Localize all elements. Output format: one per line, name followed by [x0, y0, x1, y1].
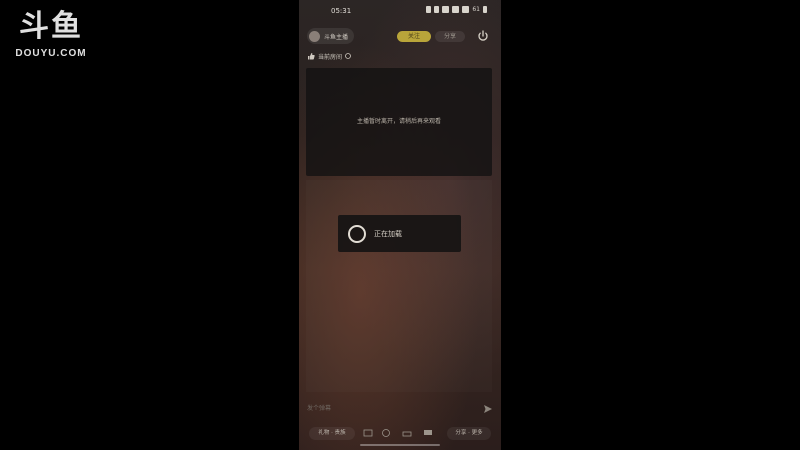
wifi-icon: [442, 6, 450, 13]
chat-icon[interactable]: [423, 428, 433, 438]
power-icon[interactable]: [477, 30, 489, 42]
shield-icon: [426, 6, 432, 13]
battery-icon: [483, 6, 487, 13]
keyboard-icon[interactable]: [402, 428, 412, 438]
loading-toast: 正在加载: [338, 215, 461, 252]
douyu-watermark: 斗鱼 DOUYU.COM: [12, 9, 90, 60]
chevron-icon: [345, 53, 351, 59]
room-name: 斗鱼主播: [324, 33, 349, 41]
gift-button[interactable]: 礼物 · 贵族: [309, 427, 355, 440]
more-button[interactable]: 分享 · 更多: [447, 427, 491, 440]
offline-message: 主播暂时离开，请稍后再来观看: [356, 118, 441, 125]
room-subline: 当前房间: [307, 50, 351, 62]
avatar: [309, 30, 320, 42]
danmaku-input-row: 发个弹幕: [299, 400, 501, 418]
share-button[interactable]: 分享: [435, 31, 465, 42]
subline-text: 当前房间: [318, 53, 343, 61]
offline-panel: 主播暂时离开，请稍后再来观看: [306, 68, 492, 176]
refresh-icon[interactable]: [381, 428, 391, 438]
signal-icon-2: [462, 6, 470, 13]
bottom-bar: 礼物 · 贵族 分享 · 更多: [299, 424, 501, 444]
video-area[interactable]: [306, 180, 492, 392]
room-topbar: 斗鱼主播 关注 分享: [299, 26, 501, 48]
loading-spinner-icon: [348, 225, 366, 243]
screen: 斗鱼 DOUYU.COM 05:31 61 斗鱼主播 关注 分享 当前房间 主播…: [0, 0, 800, 450]
send-icon[interactable]: [483, 404, 493, 414]
danmaku-input[interactable]: 发个弹幕: [307, 402, 467, 416]
home-indicator[interactable]: [360, 444, 440, 446]
battery-level: 61: [472, 6, 480, 13]
emoji-icon[interactable]: [363, 428, 373, 438]
signal-icon: [452, 6, 460, 13]
follow-button[interactable]: 关注: [397, 31, 431, 42]
watermark-logo: 斗鱼: [19, 9, 83, 44]
like-icon: [308, 53, 315, 60]
notification-icon: [434, 6, 440, 13]
status-icons: 61: [426, 6, 487, 13]
loading-text: 正在加载: [374, 230, 402, 238]
status-time: 05:31: [331, 7, 352, 15]
status-bar: 05:31 61: [299, 0, 501, 22]
watermark-site: DOUYU.COM: [15, 48, 87, 59]
room-chip[interactable]: 斗鱼主播: [307, 28, 355, 44]
